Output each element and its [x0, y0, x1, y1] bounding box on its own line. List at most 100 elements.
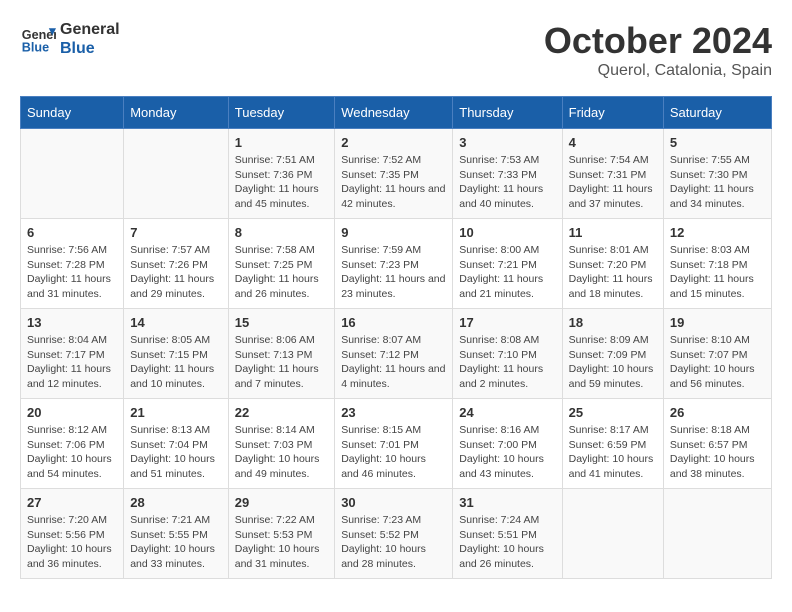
day-info: Sunrise: 7:51 AM Sunset: 7:36 PM Dayligh… — [235, 153, 328, 212]
calendar-cell: 3 Sunrise: 7:53 AM Sunset: 7:33 PM Daylig… — [453, 129, 562, 219]
day-info: Sunrise: 8:17 AM Sunset: 6:59 PM Dayligh… — [569, 423, 657, 482]
day-number: 14 — [130, 315, 222, 330]
day-number: 25 — [569, 405, 657, 420]
logo: General Blue General Blue — [20, 20, 120, 58]
day-number: 3 — [459, 135, 555, 150]
weekday-header: Friday — [562, 97, 663, 129]
logo-blue: Blue — [60, 39, 120, 58]
day-number: 8 — [235, 225, 328, 240]
day-number: 20 — [27, 405, 117, 420]
calendar-cell — [21, 129, 124, 219]
day-info: Sunrise: 8:05 AM Sunset: 7:15 PM Dayligh… — [130, 333, 222, 392]
svg-text:Blue: Blue — [22, 41, 49, 55]
day-info: Sunrise: 7:55 AM Sunset: 7:30 PM Dayligh… — [670, 153, 765, 212]
weekday-header: Thursday — [453, 97, 562, 129]
day-number: 9 — [341, 225, 446, 240]
calendar-cell: 14 Sunrise: 8:05 AM Sunset: 7:15 PM Dayli… — [124, 309, 229, 399]
day-number: 29 — [235, 495, 328, 510]
day-info: Sunrise: 8:01 AM Sunset: 7:20 PM Dayligh… — [569, 243, 657, 302]
calendar-cell: 19 Sunrise: 8:10 AM Sunset: 7:07 PM Dayli… — [663, 309, 771, 399]
day-number: 28 — [130, 495, 222, 510]
calendar-body: 1Sunrise: 7:51 AM Sunset: 7:36 PM Daylig… — [21, 129, 772, 579]
calendar-table: SundayMondayTuesdayWednesdayThursdayFrid… — [20, 96, 772, 579]
day-number: 31 — [459, 495, 555, 510]
calendar-cell: 29 Sunrise: 7:22 AM Sunset: 5:53 PM Dayli… — [228, 489, 334, 579]
day-number: 11 — [569, 225, 657, 240]
day-info: Sunrise: 8:07 AM Sunset: 7:12 PM Dayligh… — [341, 333, 446, 392]
calendar-cell: 22 Sunrise: 8:14 AM Sunset: 7:03 PM Dayli… — [228, 399, 334, 489]
calendar-week-row: 20 Sunrise: 8:12 AM Sunset: 7:06 PM Dayli… — [21, 399, 772, 489]
day-info: Sunrise: 8:18 AM Sunset: 6:57 PM Dayligh… — [670, 423, 765, 482]
day-info: Sunrise: 8:04 AM Sunset: 7:17 PM Dayligh… — [27, 333, 117, 392]
day-info: Sunrise: 7:52 AM Sunset: 7:35 PM Dayligh… — [341, 153, 446, 212]
calendar-cell: 20 Sunrise: 8:12 AM Sunset: 7:06 PM Dayli… — [21, 399, 124, 489]
title-area: October 2024 Querol, Catalonia, Spain — [544, 20, 772, 80]
weekday-header: Saturday — [663, 97, 771, 129]
page-header: General Blue General Blue October 2024 Q… — [20, 20, 772, 80]
calendar-cell: 10Sunrise: 8:00 AM Sunset: 7:21 PM Dayli… — [453, 219, 562, 309]
calendar-cell: 5 Sunrise: 7:55 AM Sunset: 7:30 PM Daylig… — [663, 129, 771, 219]
day-info: Sunrise: 7:58 AM Sunset: 7:25 PM Dayligh… — [235, 243, 328, 302]
weekday-header: Monday — [124, 97, 229, 129]
day-number: 5 — [670, 135, 765, 150]
day-info: Sunrise: 7:23 AM Sunset: 5:52 PM Dayligh… — [341, 513, 446, 572]
calendar-cell: 11 Sunrise: 8:01 AM Sunset: 7:20 PM Dayli… — [562, 219, 663, 309]
calendar-header: SundayMondayTuesdayWednesdayThursdayFrid… — [21, 97, 772, 129]
day-number: 27 — [27, 495, 117, 510]
calendar-cell — [124, 129, 229, 219]
day-info: Sunrise: 8:13 AM Sunset: 7:04 PM Dayligh… — [130, 423, 222, 482]
weekday-header: Sunday — [21, 97, 124, 129]
day-number: 16 — [341, 315, 446, 330]
day-number: 10 — [459, 225, 555, 240]
calendar-cell: 16 Sunrise: 8:07 AM Sunset: 7:12 PM Dayli… — [335, 309, 453, 399]
day-number: 15 — [235, 315, 328, 330]
day-number: 24 — [459, 405, 555, 420]
day-number: 22 — [235, 405, 328, 420]
day-number: 23 — [341, 405, 446, 420]
day-info: Sunrise: 8:16 AM Sunset: 7:00 PM Dayligh… — [459, 423, 555, 482]
day-number: 21 — [130, 405, 222, 420]
day-info: Sunrise: 8:12 AM Sunset: 7:06 PM Dayligh… — [27, 423, 117, 482]
weekday-header: Wednesday — [335, 97, 453, 129]
calendar-week-row: 1Sunrise: 7:51 AM Sunset: 7:36 PM Daylig… — [21, 129, 772, 219]
day-number: 7 — [130, 225, 222, 240]
day-info: Sunrise: 7:21 AM Sunset: 5:55 PM Dayligh… — [130, 513, 222, 572]
calendar-cell: 26 Sunrise: 8:18 AM Sunset: 6:57 PM Dayli… — [663, 399, 771, 489]
location: Querol, Catalonia, Spain — [544, 62, 772, 80]
calendar-cell: 24 Sunrise: 8:16 AM Sunset: 7:00 PM Dayli… — [453, 399, 562, 489]
calendar-cell: 21 Sunrise: 8:13 AM Sunset: 7:04 PM Dayli… — [124, 399, 229, 489]
calendar-cell: 27 Sunrise: 7:20 AM Sunset: 5:56 PM Dayli… — [21, 489, 124, 579]
calendar-cell: 1Sunrise: 7:51 AM Sunset: 7:36 PM Daylig… — [228, 129, 334, 219]
day-info: Sunrise: 7:59 AM Sunset: 7:23 PM Dayligh… — [341, 243, 446, 302]
day-number: 26 — [670, 405, 765, 420]
day-info: Sunrise: 8:10 AM Sunset: 7:07 PM Dayligh… — [670, 333, 765, 392]
calendar-cell: 28 Sunrise: 7:21 AM Sunset: 5:55 PM Dayli… — [124, 489, 229, 579]
calendar-cell: 18Sunrise: 8:09 AM Sunset: 7:09 PM Dayli… — [562, 309, 663, 399]
calendar-week-row: 27 Sunrise: 7:20 AM Sunset: 5:56 PM Dayli… — [21, 489, 772, 579]
day-info: Sunrise: 7:54 AM Sunset: 7:31 PM Dayligh… — [569, 153, 657, 212]
calendar-week-row: 6Sunrise: 7:56 AM Sunset: 7:28 PM Daylig… — [21, 219, 772, 309]
day-number: 13 — [27, 315, 117, 330]
day-info: Sunrise: 7:56 AM Sunset: 7:28 PM Dayligh… — [27, 243, 117, 302]
day-number: 19 — [670, 315, 765, 330]
logo-icon: General Blue — [20, 21, 56, 57]
day-info: Sunrise: 8:09 AM Sunset: 7:09 PM Dayligh… — [569, 333, 657, 392]
day-info: Sunrise: 8:15 AM Sunset: 7:01 PM Dayligh… — [341, 423, 446, 482]
weekday-row: SundayMondayTuesdayWednesdayThursdayFrid… — [21, 97, 772, 129]
calendar-cell: 25 Sunrise: 8:17 AM Sunset: 6:59 PM Dayli… — [562, 399, 663, 489]
day-number: 4 — [569, 135, 657, 150]
day-number: 2 — [341, 135, 446, 150]
calendar-cell: 31Sunrise: 7:24 AM Sunset: 5:51 PM Dayli… — [453, 489, 562, 579]
month-title: October 2024 — [544, 20, 772, 62]
calendar-cell: 30Sunrise: 7:23 AM Sunset: 5:52 PM Dayli… — [335, 489, 453, 579]
day-info: Sunrise: 7:53 AM Sunset: 7:33 PM Dayligh… — [459, 153, 555, 212]
day-info: Sunrise: 7:20 AM Sunset: 5:56 PM Dayligh… — [27, 513, 117, 572]
calendar-cell: 6Sunrise: 7:56 AM Sunset: 7:28 PM Daylig… — [21, 219, 124, 309]
calendar-cell: 12Sunrise: 8:03 AM Sunset: 7:18 PM Dayli… — [663, 219, 771, 309]
calendar-cell: 2 Sunrise: 7:52 AM Sunset: 7:35 PM Daylig… — [335, 129, 453, 219]
calendar-cell: 17Sunrise: 8:08 AM Sunset: 7:10 PM Dayli… — [453, 309, 562, 399]
day-info: Sunrise: 8:14 AM Sunset: 7:03 PM Dayligh… — [235, 423, 328, 482]
day-info: Sunrise: 7:22 AM Sunset: 5:53 PM Dayligh… — [235, 513, 328, 572]
day-info: Sunrise: 7:57 AM Sunset: 7:26 PM Dayligh… — [130, 243, 222, 302]
day-number: 12 — [670, 225, 765, 240]
